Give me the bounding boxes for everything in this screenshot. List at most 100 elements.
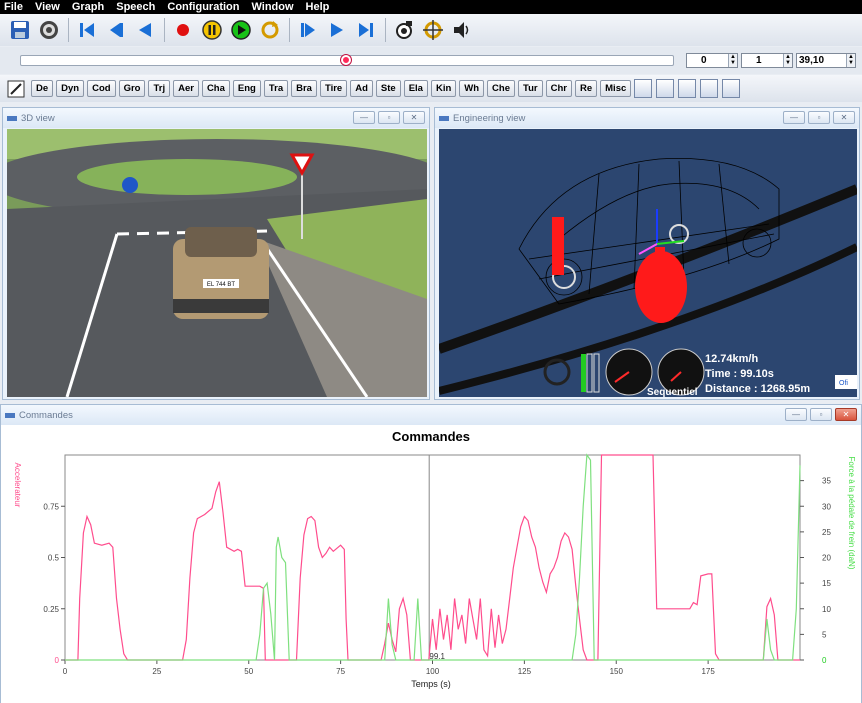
engineering-viewport[interactable]: 12.74km/h Time : 99.10s Distance : 1268.… [439,129,857,397]
y-left-tick-label: 0.5 [48,554,60,563]
main-toolbar [0,14,862,46]
module-button-ela[interactable]: Ela [403,80,428,97]
menu-help[interactable]: Help [306,0,330,14]
force-vector-rear [552,217,564,275]
playback-slider[interactable] [20,55,674,66]
toolbar-separator [385,18,386,42]
module-button-re[interactable]: Re [574,80,598,97]
time-spinbox[interactable]: 39,10 ▲ ▼ [796,53,856,68]
print-document-icon[interactable] [700,79,719,98]
toolbar-separator [289,18,290,42]
close-button[interactable]: ✕ [833,111,855,124]
copy-document-icon[interactable] [656,79,675,98]
module-button-ste[interactable]: Ste [375,80,401,97]
module-button-trj[interactable]: Trj [148,80,171,97]
loop-button[interactable] [256,17,283,44]
skip-end-icon [358,23,373,37]
x-axis-label: Temps (s) [411,679,451,689]
module-button-che[interactable]: Che [487,80,515,97]
settings-button[interactable] [35,17,62,44]
module-button-tur[interactable]: Tur [518,80,543,97]
record-icon [176,24,189,36]
close-button[interactable]: ✕ [403,111,425,124]
skip-end-button[interactable] [352,17,379,44]
y-right-tick-label: 15 [822,579,831,588]
engineering-titlebar: Engineering view — ▫ ✕ [435,108,859,128]
step-value: 1 [756,55,762,66]
module-button-cha[interactable]: Cha [201,80,230,97]
chart-svg: Commandes0 25 50 75 100 125 150 17500.250.50.75… [13,429,856,689]
module-button-chr[interactable]: Chr [545,80,572,97]
y-right-tick-label: 5 [822,630,827,639]
rewind-button[interactable] [131,17,158,44]
commandes-chart[interactable]: Commandes 0 25 50 75 100 125 150 175 0 0.25 0.5 0.75… [1,425,861,703]
module-button-gro[interactable]: Gro [118,80,146,97]
speaker-button[interactable] [448,17,475,44]
minimize-button[interactable]: — [783,111,805,124]
menu-view[interactable]: View [35,0,60,14]
save-button[interactable] [6,17,33,44]
menu-window[interactable]: Window [251,0,293,14]
edit-icon[interactable] [6,79,28,99]
engineering-title: Engineering view [453,112,526,124]
step-back-button[interactable] [102,17,129,44]
start-frame-spinbox[interactable]: 0 ▲ ▼ [686,53,738,68]
commandes-title: Commandes [19,409,73,421]
speaker-icon [453,22,468,38]
step-forward-button[interactable] [323,17,350,44]
x-tick-label: 175 [701,667,715,676]
menu-file[interactable]: File [4,0,23,14]
spin-arrows-icon[interactable]: ▲ ▼ [728,54,737,67]
play-button[interactable] [227,17,254,44]
module-button-tire[interactable]: Tire [319,80,348,97]
y-right-tick-label: 0 [822,656,827,665]
module-button-eng[interactable]: Eng [232,80,261,97]
time-value: 39,10 [799,55,825,66]
maximize-button[interactable]: ▫ [810,408,832,421]
camera-button[interactable] [390,17,417,44]
playback-slider-thumb[interactable] [341,55,351,65]
minimize-button[interactable]: — [785,408,807,421]
pause-icon [201,20,222,40]
skip-start-icon [79,23,94,37]
module-button-group: De Dyn Cod Gro Trj Aer Cha Eng Tra Bra Tire Ad Ste El… [31,80,634,97]
module-button-de[interactable]: De [31,80,54,97]
maximize-button[interactable]: ▫ [808,111,830,124]
module-button-kin[interactable]: Kin [430,80,457,97]
x-tick-label: 125 [518,667,532,676]
toolbar-separator [68,18,69,42]
close-button[interactable]: ✕ [835,408,857,421]
loop-icon [261,21,278,39]
menu-graph[interactable]: Graph [72,0,104,14]
menu-speech[interactable]: Speech [116,0,155,14]
commandes-titlebar: Commandes — ▫ ✕ [1,405,861,425]
view3d-viewport[interactable]: EL 744 BT [7,129,427,397]
hud-speed: 12.74km/h [705,353,758,365]
hud-gear-mode: Sequentiel [647,387,698,397]
skip-start-button[interactable] [73,17,100,44]
module-button-cod[interactable]: Cod [87,80,116,97]
hud-distance: Distance : 1268.95m [705,383,810,395]
module-button-misc[interactable]: Misc [600,80,632,97]
export-document-icon[interactable] [678,79,697,98]
maximize-button[interactable]: ▫ [378,111,400,124]
minimize-button[interactable]: — [353,111,375,124]
pause-button[interactable] [198,17,225,44]
spin-arrows-icon[interactable]: ▲ ▼ [846,54,855,67]
spin-arrows-icon[interactable]: ▲ ▼ [783,54,792,67]
module-button-tra[interactable]: Tra [263,80,289,97]
menu-configuration[interactable]: Configuration [167,0,239,14]
app-window: File View Graph Speech Configuration Win… [0,0,862,703]
module-button-ad[interactable]: Ad [350,80,373,97]
module-button-bra[interactable]: Bra [291,80,317,97]
record-button[interactable] [169,17,196,44]
forward-icon [300,23,315,37]
target-button[interactable] [419,17,446,44]
forward-button[interactable] [294,17,321,44]
step-spinbox[interactable]: 1 ▲ ▼ [741,53,793,68]
grid-document-icon[interactable] [722,79,741,98]
module-button-aer[interactable]: Aer [173,80,199,97]
document-icon[interactable] [634,79,653,98]
module-button-wh[interactable]: Wh [459,80,485,97]
module-button-dyn[interactable]: Dyn [56,80,85,97]
